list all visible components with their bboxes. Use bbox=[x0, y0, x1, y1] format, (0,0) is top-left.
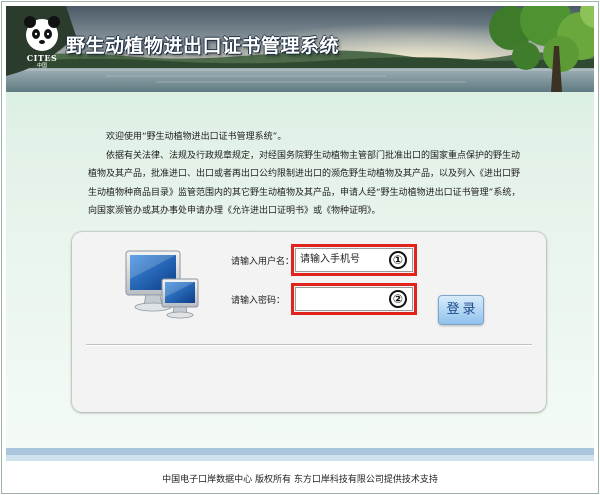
header-banner: CITES 中国 野生动植物进出口证书管理系统 bbox=[6, 6, 594, 92]
app-title: 野生动植物进出口证书管理系统 bbox=[66, 35, 340, 57]
page-frame: CITES 中国 野生动植物进出口证书管理系统 欢迎使用“野生动植物进出口证书管… bbox=[1, 1, 599, 494]
login-panel: 请输入用户名： 请输入手机号 ① 请输入密码： ② 登录 bbox=[72, 232, 546, 412]
footer-band bbox=[6, 448, 594, 455]
main-content: 欢迎使用“野生动植物进出口证书管理系统”。 依据有关法律、法规及行政规章规定，对… bbox=[6, 92, 594, 448]
username-label: 请输入用户名： bbox=[231, 257, 295, 267]
welcome-text: 欢迎使用“野生动植物进出口证书管理系统”。 bbox=[106, 132, 287, 142]
step-2-marker: ② bbox=[389, 290, 407, 308]
panda-icon bbox=[24, 16, 60, 51]
step-1-marker: ① bbox=[389, 251, 407, 269]
login-button[interactable]: 登录 bbox=[438, 295, 484, 325]
password-label: 请输入密码： bbox=[231, 296, 286, 306]
intro-body-text: 依据有关法律、法规及行政规章规定，对经国务院野生动植物主管部门批准出口的国家重点… bbox=[88, 150, 521, 217]
footer-band-light bbox=[6, 455, 594, 461]
logo-subtext: 中国 bbox=[36, 63, 47, 69]
copyright-footer: 中国电子口岸数据中心 版权所有 东方口岸科技有限公司提供技术支持 bbox=[162, 475, 438, 485]
intro-text: 欢迎使用“野生动植物进出口证书管理系统”。 依据有关法律、法规及行政规章规定，对… bbox=[88, 128, 528, 221]
computer-monitors-icon bbox=[125, 250, 199, 319]
cites-logo: CITES 中国 bbox=[20, 14, 64, 70]
panel-divider bbox=[86, 344, 532, 346]
